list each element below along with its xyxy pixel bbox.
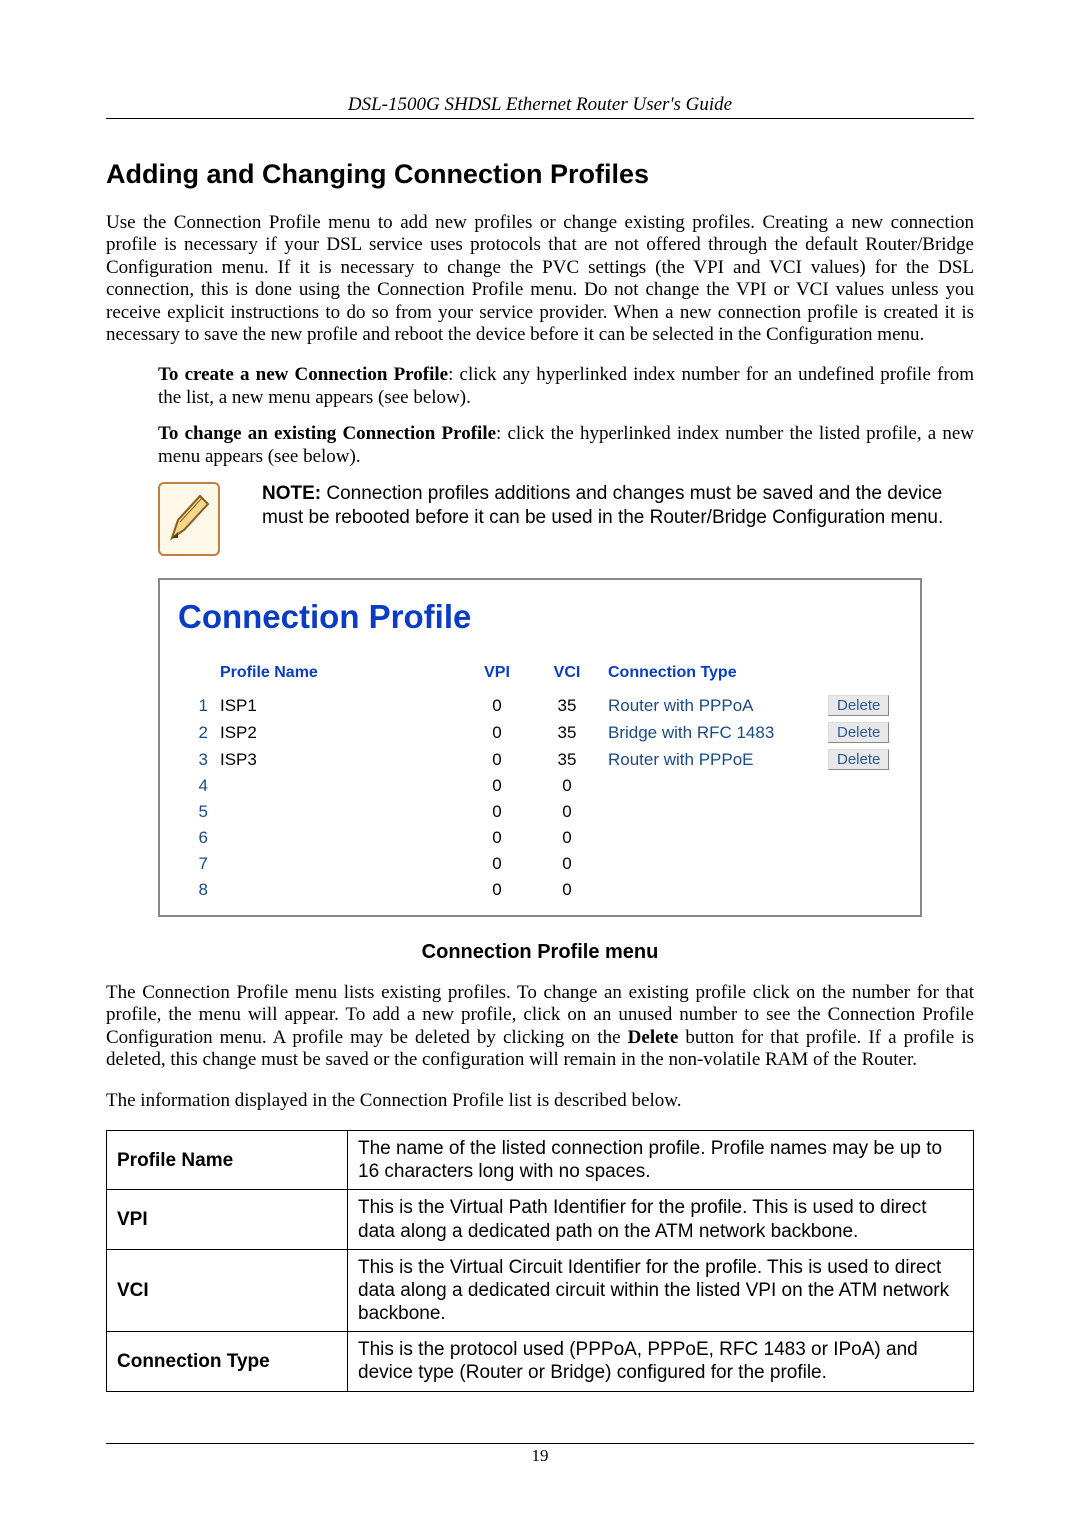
delete-button[interactable]: Delete (828, 749, 889, 770)
delete-cell (822, 799, 902, 825)
change-label: To change an existing Connection Profile (158, 423, 496, 444)
delete-cell (822, 825, 902, 851)
change-profile-instruction: To change an existing Connection Profile… (158, 423, 974, 468)
vpi-cell: 0 (462, 825, 532, 851)
profile-name-cell (214, 877, 462, 903)
col-profile-name: Profile Name (214, 660, 462, 692)
vci-cell: 35 (532, 719, 602, 746)
note-body: Connection profiles additions and change… (262, 483, 943, 528)
panel-title: Connection Profile (178, 598, 902, 636)
delete-cell (822, 877, 902, 903)
connection-type-cell: Bridge with RFC 1483 (602, 719, 822, 746)
create-profile-instruction: To create a new Connection Profile: clic… (158, 364, 974, 409)
delete-cell: Delete (822, 692, 902, 719)
vpi-cell: 0 (462, 692, 532, 719)
header-rule (106, 118, 974, 119)
desc-text: This is the Virtual Circuit Identifier f… (348, 1249, 974, 1332)
vci-cell: 35 (532, 746, 602, 773)
footer-rule (106, 1443, 974, 1444)
vpi-cell: 0 (462, 746, 532, 773)
vci-cell: 0 (532, 825, 602, 851)
col-vpi: VPI (462, 660, 532, 692)
profile-name-cell (214, 773, 462, 799)
connection-type-cell: Router with PPPoE (602, 746, 822, 773)
col-vci: VCI (532, 660, 602, 692)
table-row: Connection TypeThis is the protocol used… (107, 1332, 974, 1391)
desc-text: This is the Virtual Path Identifier for … (348, 1190, 974, 1249)
vci-cell: 35 (532, 692, 602, 719)
table-row: 4 00 (178, 773, 902, 799)
desc-intro: The information displayed in the Connect… (106, 1090, 974, 1112)
panel-caption: Connection Profile menu (106, 941, 974, 964)
table-row: 7 00 (178, 851, 902, 877)
profile-index-link[interactable]: 8 (178, 877, 214, 903)
desc-label: Profile Name (107, 1131, 348, 1190)
pencil-icon (158, 482, 220, 556)
note-label: NOTE: (262, 483, 321, 504)
delete-cell (822, 773, 902, 799)
page-header: DSL-1500G SHDSL Ethernet Router User's G… (106, 94, 974, 116)
table-row: 3ISP3035Router with PPPoE Delete (178, 746, 902, 773)
table-row: 6 00 (178, 825, 902, 851)
profile-index-link[interactable]: 1 (178, 692, 214, 719)
profile-index-link[interactable]: 4 (178, 773, 214, 799)
delete-cell: Delete (822, 719, 902, 746)
vpi-cell: 0 (462, 773, 532, 799)
connection-type-cell: Router with PPPoA (602, 692, 822, 719)
delete-button[interactable]: Delete (828, 695, 889, 716)
connection-type-cell (602, 773, 822, 799)
profile-index-link[interactable]: 5 (178, 799, 214, 825)
connection-profile-panel: Connection Profile Profile Name VPI VCI … (158, 578, 922, 917)
profile-table: Profile Name VPI VCI Connection Type 1IS… (178, 660, 902, 903)
profile-name-cell: ISP2 (214, 719, 462, 746)
table-row: VCIThis is the Virtual Circuit Identifie… (107, 1249, 974, 1332)
desc-text: This is the protocol used (PPPoA, PPPoE,… (348, 1332, 974, 1391)
profile-name-cell (214, 825, 462, 851)
vpi-cell: 0 (462, 799, 532, 825)
desc-text: The name of the listed connection profil… (348, 1131, 974, 1190)
description-table: Profile NameThe name of the listed conne… (106, 1130, 974, 1392)
vci-cell: 0 (532, 773, 602, 799)
table-row: Profile NameThe name of the listed conne… (107, 1131, 974, 1190)
table-row: 5 00 (178, 799, 902, 825)
profile-name-cell: ISP3 (214, 746, 462, 773)
vpi-cell: 0 (462, 719, 532, 746)
table-row: 2ISP2035Bridge with RFC 1483 Delete (178, 719, 902, 746)
delete-cell: Delete (822, 746, 902, 773)
connection-type-cell (602, 825, 822, 851)
profile-index-link[interactable]: 3 (178, 746, 214, 773)
delete-button[interactable]: Delete (828, 722, 889, 743)
profile-index-link[interactable]: 6 (178, 825, 214, 851)
profile-name-cell: ISP1 (214, 692, 462, 719)
desc-label: VCI (107, 1249, 348, 1332)
page-number: 19 (106, 1446, 974, 1466)
vci-cell: 0 (532, 877, 602, 903)
profile-name-cell (214, 851, 462, 877)
vpi-cell: 0 (462, 877, 532, 903)
table-row: 1ISP1035Router with PPPoA Delete (178, 692, 902, 719)
connection-type-cell (602, 799, 822, 825)
table-row: 8 00 (178, 877, 902, 903)
profile-index-link[interactable]: 7 (178, 851, 214, 877)
connection-type-cell (602, 877, 822, 903)
section-title: Adding and Changing Connection Profiles (106, 159, 974, 190)
profile-index-link[interactable]: 2 (178, 719, 214, 746)
desc-label: Connection Type (107, 1332, 348, 1391)
table-row: VPIThis is the Virtual Path Identifier f… (107, 1190, 974, 1249)
desc-label: VPI (107, 1190, 348, 1249)
vci-cell: 0 (532, 851, 602, 877)
delete-cell (822, 851, 902, 877)
col-connection-type: Connection Type (602, 660, 822, 692)
vci-cell: 0 (532, 799, 602, 825)
explain-paragraph: The Connection Profile menu lists existi… (106, 982, 974, 1072)
intro-paragraph: Use the Connection Profile menu to add n… (106, 212, 974, 346)
vpi-cell: 0 (462, 851, 532, 877)
note-text: NOTE: Connection profiles additions and … (262, 482, 974, 530)
create-label: To create a new Connection Profile (158, 364, 448, 385)
connection-type-cell (602, 851, 822, 877)
profile-name-cell (214, 799, 462, 825)
